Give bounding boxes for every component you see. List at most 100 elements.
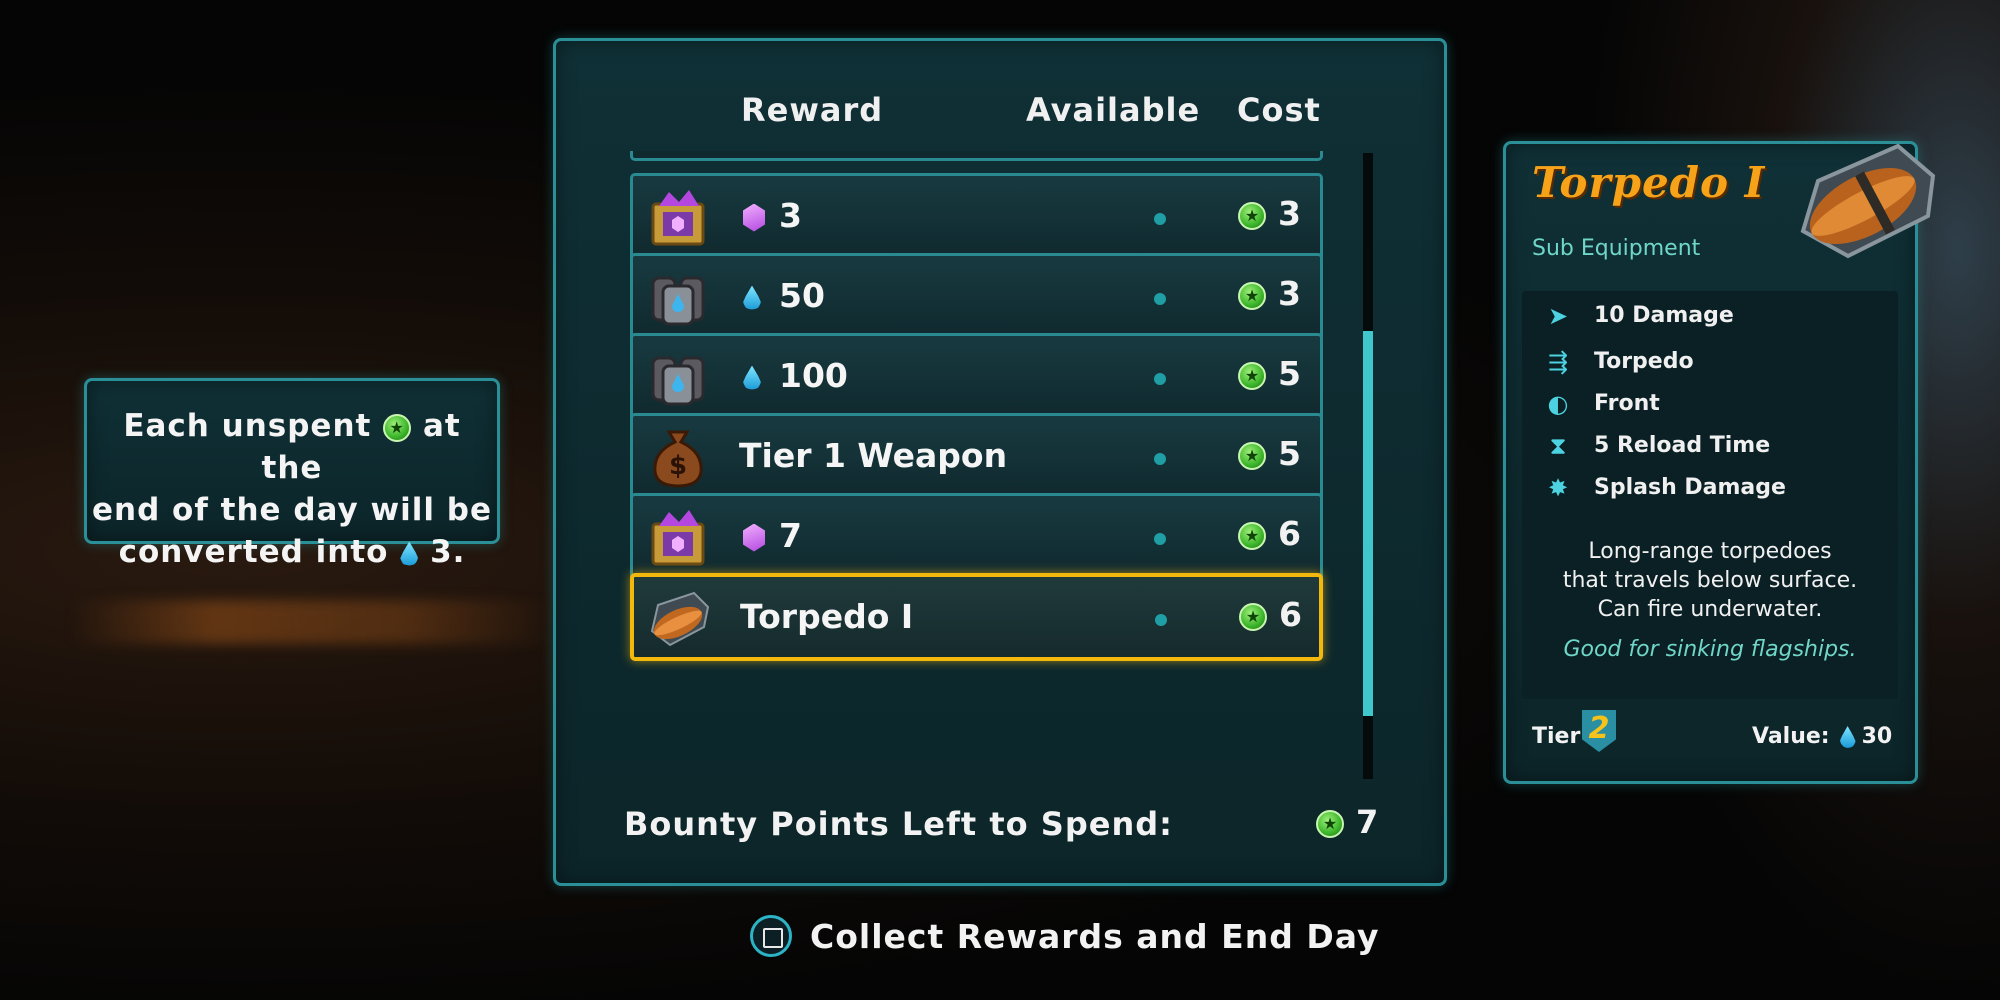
item-detail-card: Torpedo I Sub Equipment ➤ 10 Damage ⇶ To… — [1503, 141, 1936, 784]
rewards-panel: Reward Available Cost 3 ★ 3 50 ★ 3 100 ★ 5 $ Tier … — [553, 38, 1447, 886]
description-line2: that travels below surface. — [1562, 568, 1858, 593]
reward-amount: Torpedo I — [740, 597, 914, 636]
availability-indicator — [1154, 453, 1166, 465]
cost-value: 3 — [1278, 194, 1301, 233]
reward-row[interactable]: 7 ★ 6 — [630, 493, 1323, 581]
tooltip-line3a: converted into — [118, 534, 389, 570]
tooltip-line2: end of the day will be — [91, 492, 493, 528]
bounty-coin-icon: ★ — [1238, 521, 1266, 550]
reward-row[interactable]: 100 ★ 5 — [630, 333, 1323, 421]
item-subtitle: Sub Equipment — [1532, 236, 1701, 261]
reward-cost: ★ 5 — [1238, 354, 1301, 393]
svg-text:$: $ — [669, 451, 687, 481]
scrollbar-thumb[interactable] — [1363, 331, 1373, 716]
reward-cost: ★ 6 — [1238, 514, 1301, 553]
torpedo-icon — [1800, 143, 1936, 259]
availability-indicator — [1155, 614, 1167, 626]
gem-crate-icon — [647, 506, 709, 568]
availability-indicator — [1154, 213, 1166, 225]
bounty-coin-icon: ★ — [1238, 441, 1266, 470]
bounty-coin-icon: ★ — [1238, 201, 1266, 230]
partial-row — [630, 151, 1323, 161]
availability-indicator — [1154, 533, 1166, 545]
reward-amount: 7 — [779, 516, 802, 555]
bounty-coin-icon: ★ — [1316, 810, 1344, 838]
water-drop-icon — [743, 365, 761, 390]
reward-cost: ★ 3 — [1238, 194, 1301, 233]
water-jug-icon — [647, 346, 709, 408]
bounty-value: ★ 7 — [1316, 803, 1378, 841]
reward-cost: ★ 5 — [1238, 434, 1301, 473]
background-glow — [70, 600, 550, 644]
tooltip-text: Each unspent ★ at the end of the day wil… — [87, 405, 497, 573]
stat-type: Torpedo — [1594, 349, 1694, 374]
value-label: Value: — [1752, 724, 1830, 749]
reward-label: 50 — [743, 276, 825, 315]
damage-icon: ➤ — [1547, 302, 1569, 330]
cost-value: 3 — [1278, 274, 1301, 313]
bounty-coin-icon: ★ — [383, 413, 412, 442]
header-available: Available — [1026, 91, 1201, 129]
money-bag-icon: $ — [647, 426, 709, 488]
description-line1: Long-range torpedoes — [1588, 539, 1832, 564]
item-description: Long-range torpedoes that travels below … — [1522, 537, 1898, 624]
cost-value: 6 — [1278, 514, 1301, 553]
availability-indicator — [1154, 373, 1166, 385]
item-value: Value: 30 — [1752, 724, 1892, 749]
cost-value: 6 — [1279, 595, 1302, 634]
gem-crate-icon — [647, 186, 709, 248]
bounty-coin-icon: ★ — [1238, 361, 1266, 390]
water-drop-icon — [1839, 726, 1856, 748]
tier-label: Tier — [1532, 724, 1581, 749]
reward-row[interactable]: 3 ★ 3 — [630, 173, 1323, 261]
reward-label: 3 — [743, 196, 802, 235]
reward-row[interactable]: $ Tier 1 Weapon ★ 5 — [630, 413, 1323, 501]
reward-amount: 100 — [779, 356, 848, 395]
water-drop-icon — [743, 285, 761, 310]
bounty-points: 7 — [1356, 803, 1379, 841]
stats-box: ➤ 10 Damage ⇶ Torpedo ◐ Front ⧗ 5 Reload… — [1522, 291, 1898, 699]
direction-icon: ◐ — [1547, 390, 1569, 418]
reward-row[interactable]: Torpedo I ★ 6 — [630, 573, 1323, 661]
torpedo-type-icon: ⇶ — [1547, 348, 1569, 376]
reward-label: Tier 1 Weapon — [739, 436, 1007, 475]
reward-row[interactable]: 50 ★ 3 — [630, 253, 1323, 341]
gem-icon — [743, 523, 765, 552]
collect-rewards-label: Collect Rewards and End Day — [810, 916, 1380, 956]
tier-badge: 2 — [1582, 710, 1616, 752]
header-reward: Reward — [741, 91, 884, 129]
collect-rewards-button[interactable]: Collect Rewards and End Day — [750, 915, 1379, 957]
splash-icon: ✸ — [1547, 474, 1569, 502]
bounty-coin-icon: ★ — [1239, 602, 1267, 631]
stat-damage: 10 Damage — [1594, 303, 1734, 328]
cost-value: 5 — [1278, 434, 1301, 473]
water-drop-icon — [400, 541, 419, 566]
item-title: Torpedo I — [1532, 158, 1766, 207]
square-button-icon — [750, 915, 792, 957]
description-line3: Can fire underwater. — [1597, 597, 1823, 622]
item-flavor-text: Good for sinking flagships. — [1563, 637, 1857, 662]
tooltip-line1a: Each unspent — [123, 408, 372, 444]
reward-label: 100 — [743, 356, 848, 395]
reward-amount: 3 — [779, 196, 802, 235]
value-amount: 30 — [1861, 724, 1893, 749]
availability-indicator — [1154, 293, 1166, 305]
reward-label: Torpedo I — [740, 597, 913, 636]
bounty-coin-icon: ★ — [1238, 281, 1266, 310]
torpedo-icon — [648, 587, 710, 649]
cost-value: 5 — [1278, 354, 1301, 393]
reward-cost: ★ 3 — [1238, 274, 1301, 313]
tooltip-line3b: 3. — [430, 534, 466, 570]
gem-icon — [743, 203, 765, 232]
stat-splash: Splash Damage — [1594, 475, 1786, 500]
conversion-tooltip: Each unspent ★ at the end of the day wil… — [84, 378, 500, 570]
hourglass-icon: ⧗ — [1549, 432, 1567, 460]
scrollbar[interactable] — [1363, 153, 1373, 779]
reward-label: 7 — [743, 516, 802, 555]
reward-cost: ★ 6 — [1239, 595, 1302, 634]
stat-reload: 5 Reload Time — [1594, 433, 1771, 458]
stat-direction: Front — [1594, 391, 1660, 416]
water-jug-icon — [647, 266, 709, 328]
reward-amount: Tier 1 Weapon — [739, 436, 1008, 475]
header-cost: Cost — [1237, 91, 1321, 129]
